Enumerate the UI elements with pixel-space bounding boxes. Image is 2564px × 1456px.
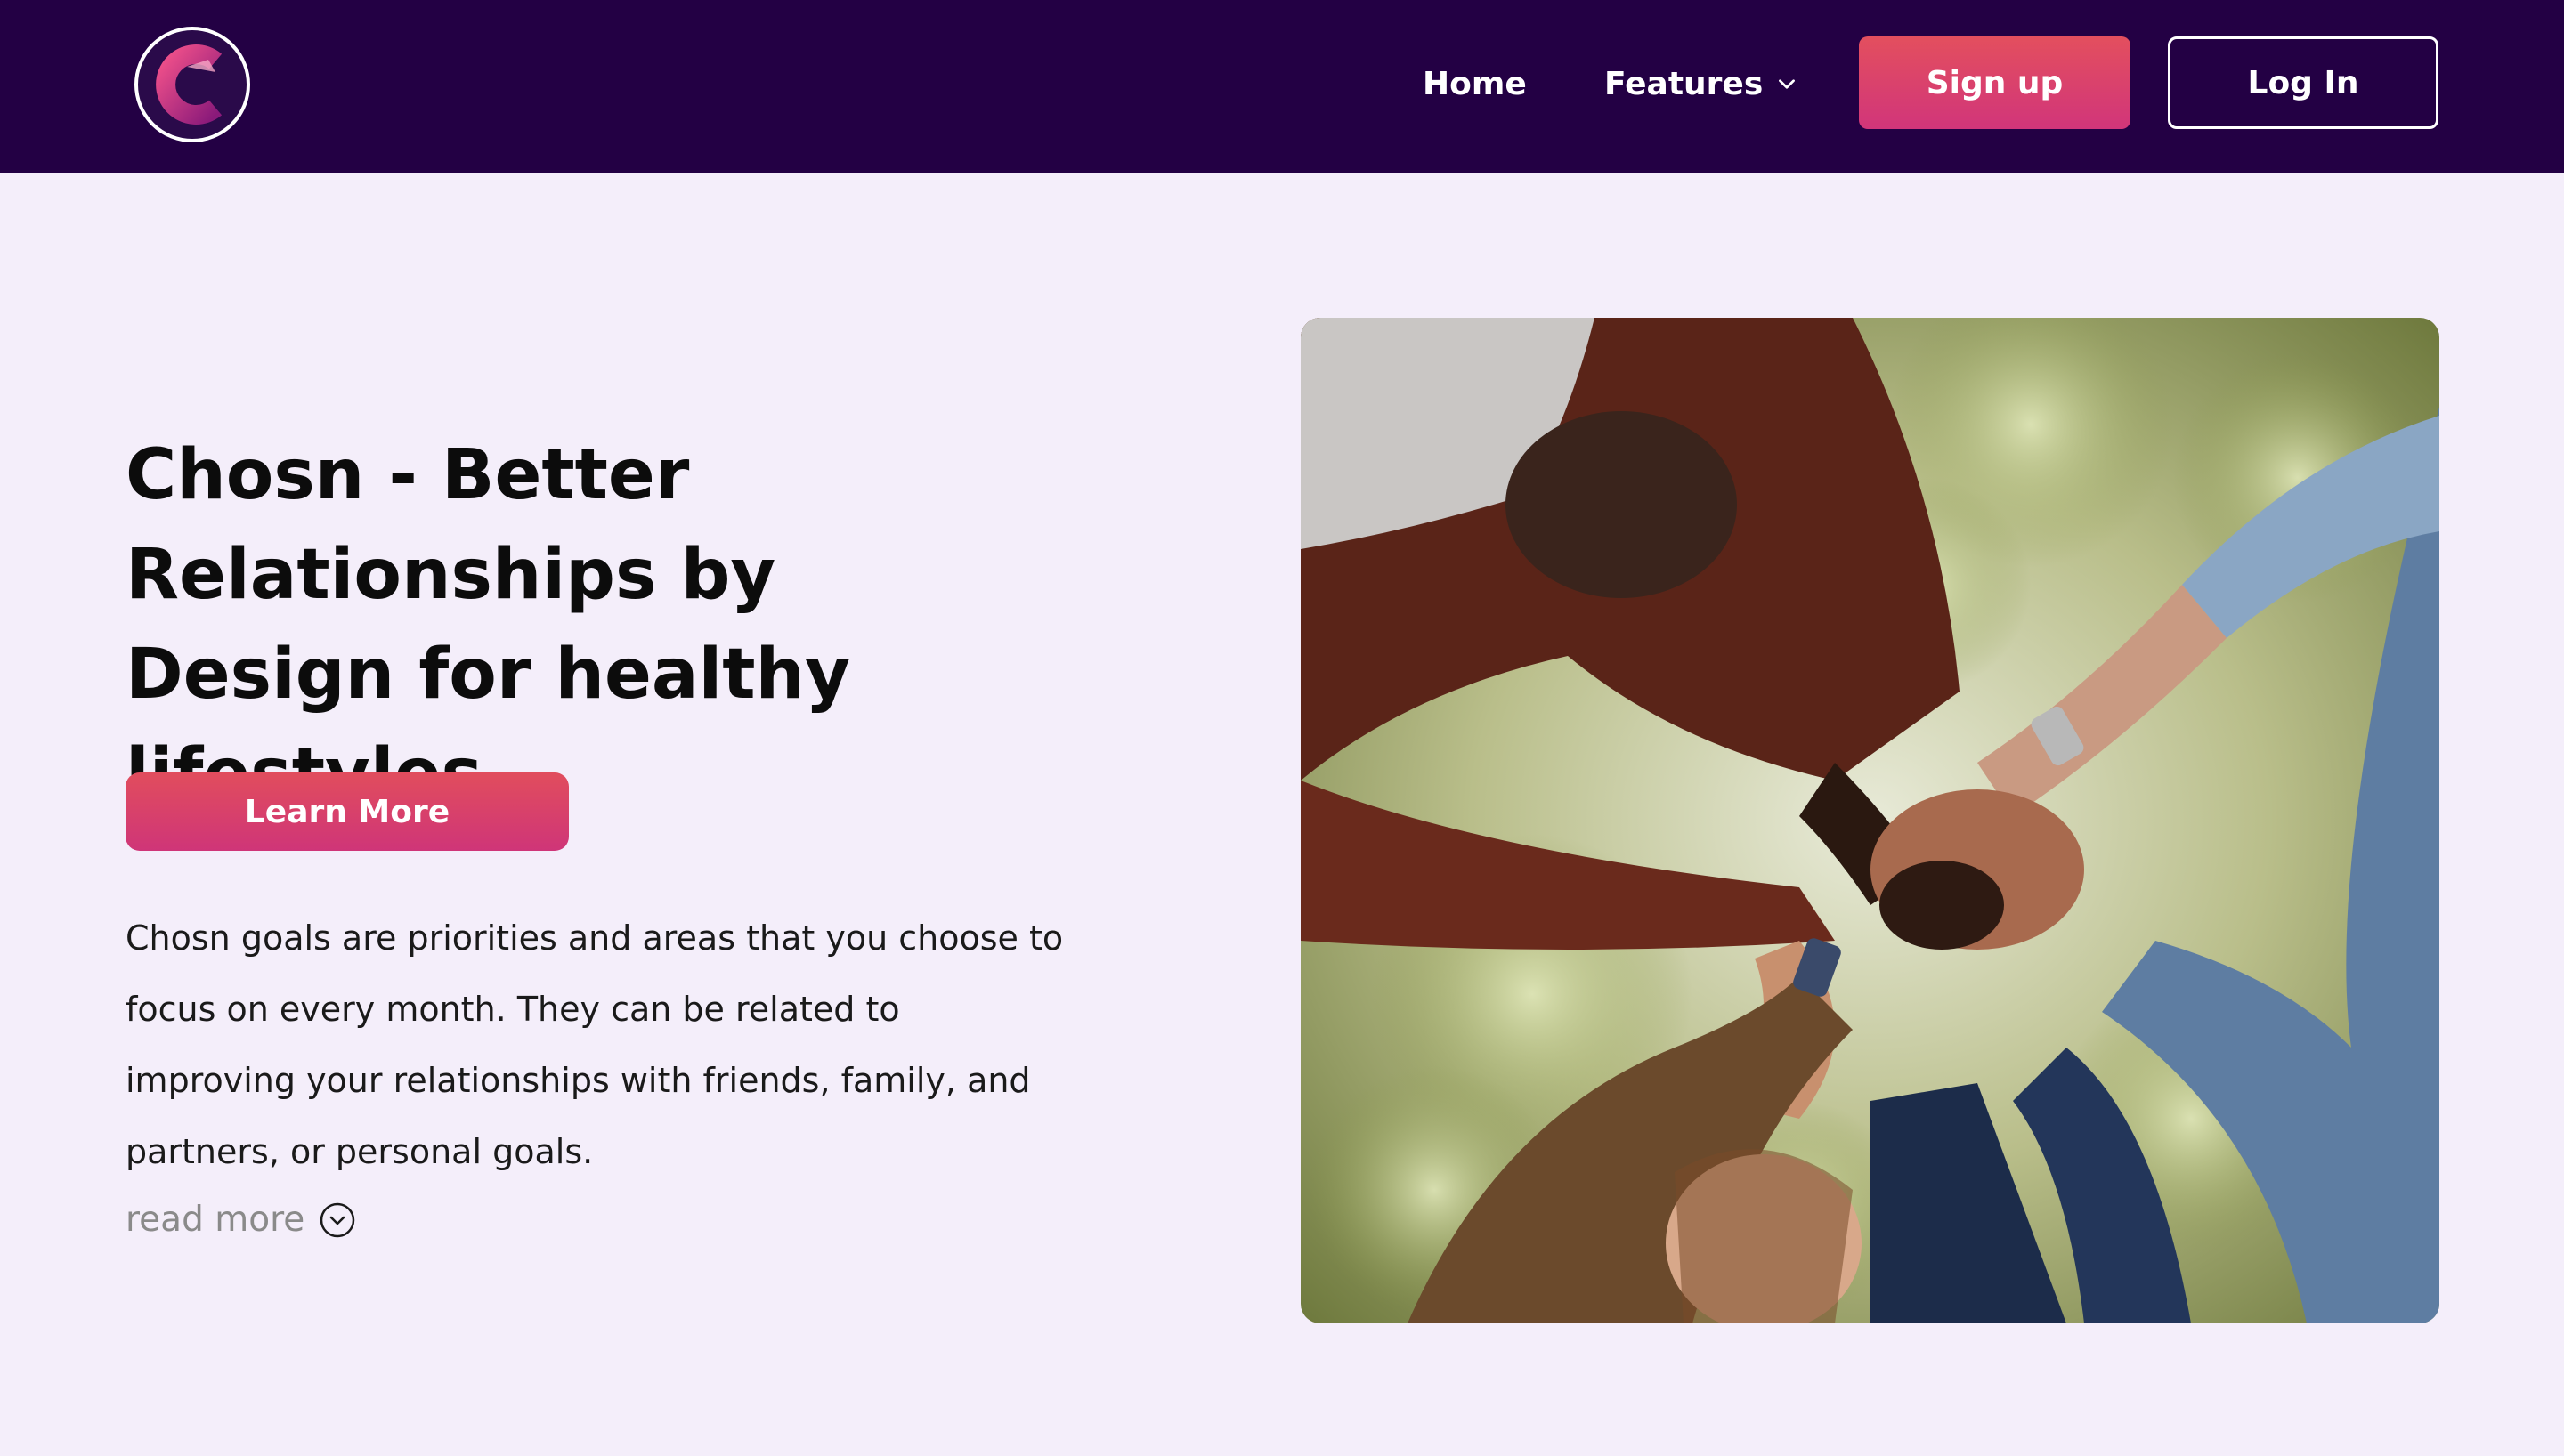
- chevron-down-circle-icon: [320, 1202, 355, 1237]
- read-more-label: read more: [126, 1200, 305, 1240]
- chevron-down-icon: [1779, 79, 1796, 89]
- learn-more-button[interactable]: Learn More: [126, 772, 569, 851]
- nav-features-label: Features: [1604, 65, 1764, 102]
- read-more-link[interactable]: read more: [126, 1200, 356, 1240]
- team-hands-photo: [1301, 318, 2439, 1323]
- nav-home-label: Home: [1423, 65, 1527, 102]
- login-button[interactable]: Log In: [2168, 36, 2438, 129]
- hero-photo-team-hands: [1301, 318, 2439, 1323]
- chosn-logo[interactable]: [134, 26, 251, 143]
- logo-icon: [134, 27, 250, 142]
- hero-title: Chosn - Better Relationships by Design f…: [126, 435, 850, 814]
- nav-home-link[interactable]: Home: [1423, 62, 1527, 105]
- nav-features-dropdown[interactable]: Features: [1604, 62, 1798, 105]
- top-navbar: Home Features Sign up Log In: [0, 0, 2564, 173]
- signup-button[interactable]: Sign up: [1859, 36, 2130, 129]
- hero-description: Chosn goals are priorities and areas tha…: [126, 918, 1064, 1171]
